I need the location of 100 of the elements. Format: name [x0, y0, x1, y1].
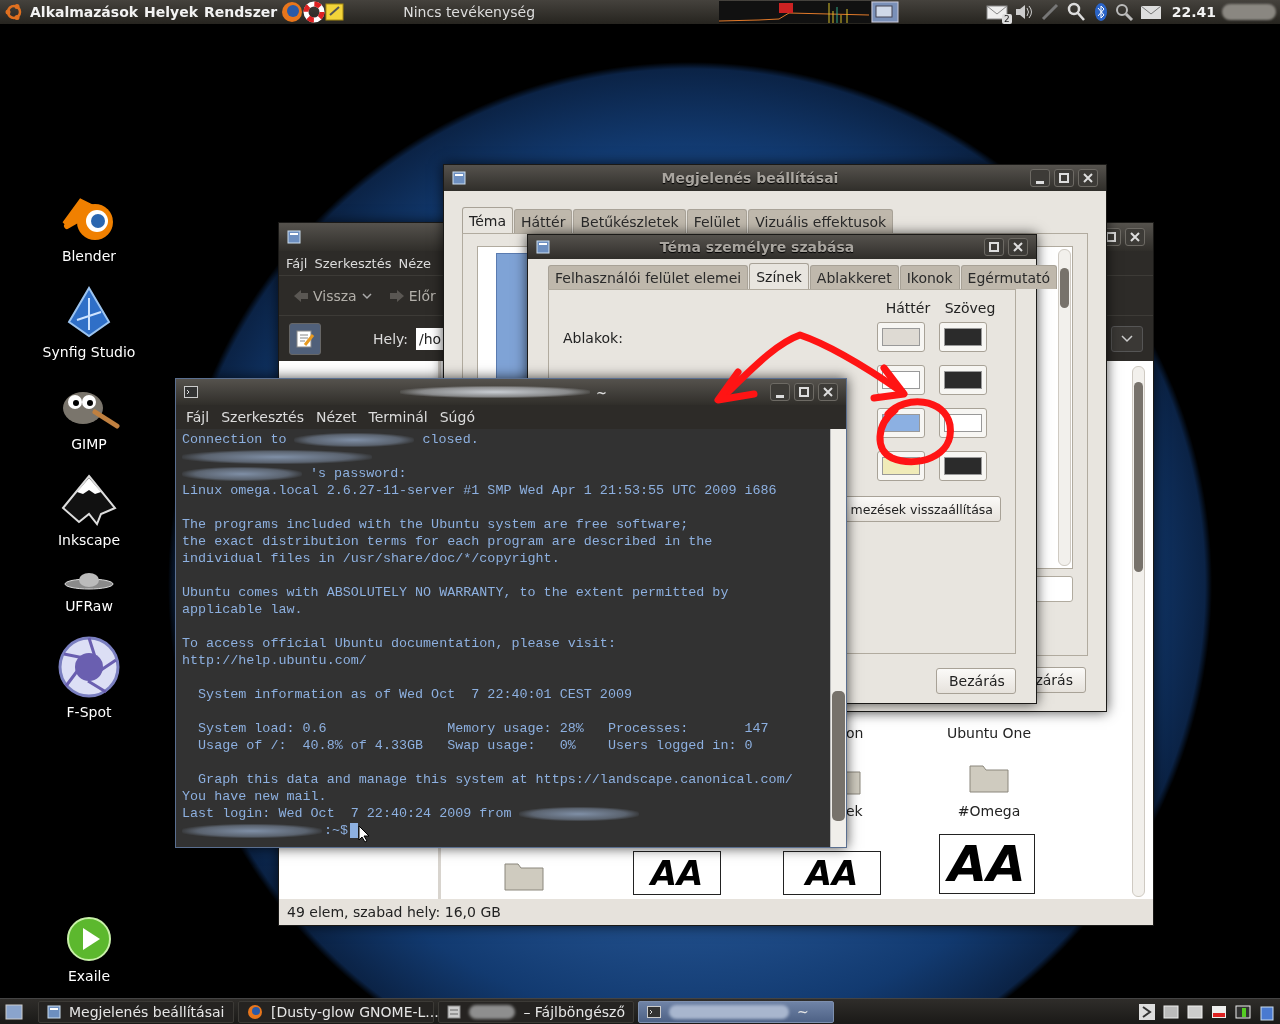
row-label: Ablakok: — [563, 329, 624, 346]
terminal-text: :~$ — [324, 822, 349, 839]
tab[interactable]: Háttér — [514, 209, 573, 233]
tab[interactable]: Betűkészletek — [573, 209, 686, 233]
terminal-text: Ubuntu comes with ABSOLUTELY NO WARRANTY, to the extent permitted by — [182, 584, 729, 601]
maximize-button[interactable] — [1054, 169, 1074, 187]
minimize-icon — [776, 394, 784, 398]
maximize-icon — [989, 242, 999, 252]
file-label[interactable]: Ubuntu One — [946, 725, 1032, 741]
taskbar-button[interactable]: ~ — [638, 1000, 834, 1023]
bluetooth-icon[interactable] — [1093, 2, 1108, 22]
panel-menu[interactable]: Alkalmazások — [30, 4, 139, 20]
tab[interactable]: Ikonok — [899, 265, 960, 289]
envelope-icon[interactable] — [985, 4, 1008, 20]
maximize-button[interactable] — [984, 238, 1004, 256]
close-button[interactable]: Bezárás — [936, 668, 1016, 694]
meter-icon[interactable] — [1234, 1002, 1252, 1021]
file-cabinet-icon — [447, 1004, 461, 1019]
aperture-icon — [58, 636, 120, 698]
status-text: Nincs tevékenység — [403, 4, 536, 20]
file-label[interactable]: on — [846, 725, 864, 741]
count-badge: 2 — [1001, 14, 1012, 24]
window-title: Téma személyre szabása — [658, 239, 856, 255]
workspace-switcher[interactable] — [871, 1, 900, 23]
window-icon — [536, 240, 550, 254]
taskbar-button[interactable]: – Fájlböngésző — [438, 1000, 634, 1023]
terminal-text: applicable law. — [182, 601, 303, 618]
terminal-icon — [647, 1005, 661, 1018]
tab[interactable]: Színek — [749, 263, 809, 290]
envelope-icon[interactable] — [1139, 4, 1162, 20]
forward-button[interactable]: Előr — [384, 285, 440, 306]
terminal-text: http://help.ubuntu.com/ — [182, 652, 367, 669]
logo-icon — [4, 2, 24, 22]
minimize-icon — [1036, 180, 1044, 184]
tab[interactable]: Vizuális effektusok — [748, 209, 894, 233]
tab[interactable]: Felület — [686, 209, 748, 233]
menu-item[interactable]: Néze — [398, 255, 431, 271]
globe-icon[interactable] — [281, 1, 304, 23]
lifebuoy-icon[interactable] — [303, 1, 326, 23]
tab[interactable]: Téma — [462, 207, 513, 234]
menu-item[interactable]: Súgó — [439, 409, 475, 425]
desktop-icon[interactable] — [4, 1002, 24, 1021]
maximize-icon — [1059, 173, 1069, 183]
close-button[interactable] — [1125, 228, 1145, 246]
back-arrow-icon — [293, 288, 309, 303]
window-title: Megjelenés beállításai — [660, 170, 840, 186]
color-button[interactable] — [939, 451, 987, 481]
font-preview[interactable]: AA — [939, 834, 1035, 894]
color-button[interactable] — [877, 322, 925, 352]
panel-menu[interactable]: Helyek — [144, 4, 199, 20]
terminal-text: 's password: — [310, 465, 407, 482]
terminal-text: closed. — [422, 431, 479, 448]
close-icon — [1013, 242, 1023, 252]
menu-item[interactable]: Szerkesztés — [314, 255, 392, 271]
panel-menu[interactable]: Rendszer — [204, 4, 278, 20]
font-preview[interactable]: AA — [783, 851, 881, 895]
file-label[interactable]: #Omega — [957, 803, 1021, 819]
color-button[interactable] — [939, 322, 987, 352]
menu-item[interactable]: Fájl — [186, 409, 210, 425]
column-header: Háttér — [884, 300, 932, 316]
minimize-button[interactable] — [770, 383, 790, 401]
terminal-text: System load: 0.6 Memory usage: 28% Processes: 147 — [197, 720, 769, 737]
terminal-text: The programs included with the Ubuntu system are free software; — [182, 516, 689, 533]
diamond-icon — [67, 286, 111, 338]
minimize-button[interactable] — [1030, 169, 1050, 187]
maximize-button[interactable] — [794, 383, 814, 401]
color-button[interactable] — [939, 365, 987, 395]
taskbar-button[interactable]: Megjelenés beállításai — [38, 1000, 234, 1023]
close-button[interactable] — [1078, 169, 1098, 187]
file-label[interactable]: ek — [846, 803, 863, 819]
chip-icon[interactable] — [1186, 1002, 1204, 1021]
window-icon — [287, 230, 301, 244]
note-icon[interactable] — [325, 2, 346, 22]
terminal-text: Connection to — [182, 431, 287, 448]
close-icon — [823, 387, 833, 397]
close-button[interactable] — [818, 383, 838, 401]
tab[interactable]: Egérmutató — [960, 265, 1058, 289]
back-button[interactable]: Vissza — [289, 285, 377, 306]
menu-item[interactable]: Nézet — [316, 409, 357, 425]
tab[interactable]: Felhasználói felület elemei — [548, 265, 749, 289]
menu-item[interactable]: Terminál — [368, 409, 428, 425]
chevron-icon — [1121, 334, 1133, 343]
menu-item[interactable]: Fájl — [286, 255, 308, 271]
terminal-text: Graph this data and manage this system at https://landscape.canonical.com/ — [197, 771, 793, 788]
window-icon — [452, 171, 466, 185]
close-icon — [1130, 232, 1140, 242]
close-button[interactable] — [1008, 238, 1028, 256]
forward-arrow-icon — [388, 288, 405, 303]
tab[interactable]: Ablakkeret — [809, 265, 899, 289]
menu-item[interactable]: Szerkesztés — [221, 409, 304, 425]
globe-icon — [247, 1003, 263, 1020]
edit-location-button[interactable] — [289, 322, 321, 355]
font-preview[interactable]: AA — [633, 851, 721, 895]
search-icon[interactable] — [1113, 2, 1134, 22]
dropdown-button[interactable] — [1111, 325, 1143, 352]
column-header: Szöveg — [943, 300, 997, 316]
volume-icon[interactable] — [1013, 3, 1034, 21]
redaction-blur — [1222, 4, 1276, 20]
play-icon — [66, 916, 112, 962]
chip-icon[interactable] — [1162, 1002, 1180, 1021]
